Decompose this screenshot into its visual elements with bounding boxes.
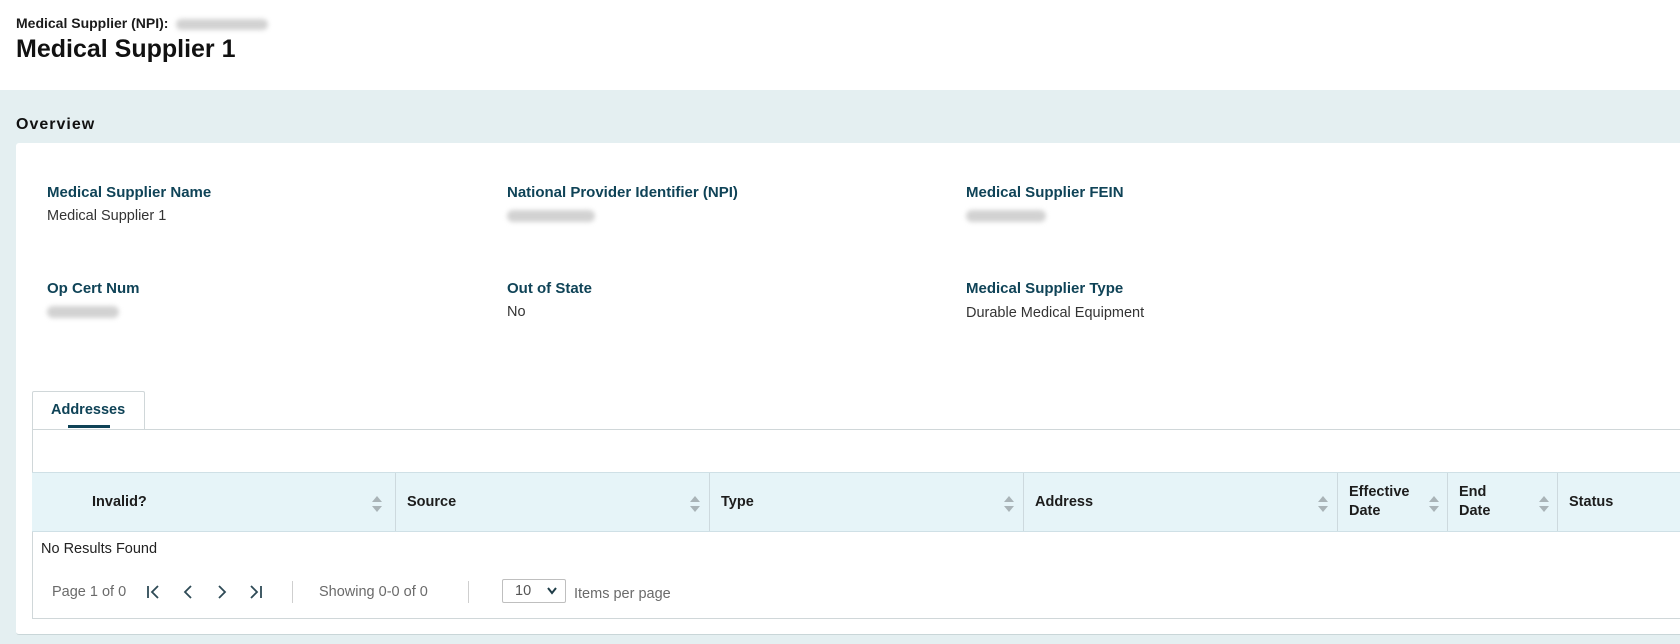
field-label-npi: National Provider Identifier (NPI)	[507, 184, 738, 201]
next-page-icon[interactable]	[213, 582, 231, 602]
column-label-address: Address	[1035, 494, 1094, 510]
sort-icon	[690, 496, 700, 512]
field-label-fein: Medical Supplier FEIN	[966, 184, 1124, 201]
no-results-message: No Results Found	[41, 541, 158, 557]
column-label-effective-date: Effective Date	[1349, 484, 1410, 519]
sort-icon	[1004, 496, 1014, 512]
page-header: Medical Supplier (NPI): Medical Supplier…	[0, 0, 1680, 90]
npi-redacted-value	[176, 18, 269, 30]
column-header-source[interactable]: Source	[396, 473, 710, 531]
page-size-select[interactable]: 10	[502, 579, 566, 603]
column-label-source: Source	[407, 494, 457, 510]
sort-icon	[1539, 496, 1549, 512]
previous-page-icon[interactable]	[179, 582, 197, 602]
fein-redacted	[966, 210, 1046, 223]
column-header-type[interactable]: Type	[710, 473, 1024, 531]
field-value-fein	[966, 208, 1046, 224]
column-header-status[interactable]: Status	[1558, 473, 1680, 531]
column-header-invalid[interactable]: Invalid?	[32, 473, 396, 531]
field-value-op-cert	[47, 304, 119, 320]
tab-addresses-label: Addresses	[51, 402, 126, 418]
field-label-op-cert: Op Cert Num	[47, 280, 140, 297]
column-header-effective-date[interactable]: Effective Date	[1338, 473, 1448, 531]
first-page-icon[interactable]	[145, 582, 163, 602]
sort-icon	[1318, 496, 1328, 512]
addresses-table-header: Invalid? Source Type Address Effective D…	[32, 472, 1680, 532]
field-value-supplier-type: Durable Medical Equipment	[966, 305, 1145, 321]
field-label-supplier-type: Medical Supplier Type	[966, 280, 1124, 297]
pager-divider	[292, 581, 293, 603]
column-label-type: Type	[721, 494, 754, 510]
last-page-icon[interactable]	[246, 582, 264, 602]
column-label-end-date: End Date	[1459, 484, 1491, 519]
active-tab-indicator	[68, 425, 110, 428]
page-indicator: Page 1 of 0	[52, 584, 127, 600]
sort-icon	[372, 496, 382, 512]
field-value-supplier-name: Medical Supplier 1	[47, 208, 167, 224]
pager-divider	[468, 581, 469, 603]
column-header-address[interactable]: Address	[1024, 473, 1338, 531]
overview-heading: Overview	[16, 116, 96, 133]
field-label-supplier-name: Medical Supplier Name	[47, 184, 212, 201]
field-value-out-of-state: No	[507, 304, 526, 320]
page-size-value: 10	[515, 583, 532, 599]
showing-range: Showing 0-0 of 0	[319, 584, 428, 600]
column-label-status: Status	[1569, 494, 1614, 510]
field-label-out-of-state: Out of State	[507, 280, 592, 297]
items-per-page-label: Items per page	[574, 586, 671, 602]
field-value-npi	[507, 208, 595, 224]
column-header-end-date[interactable]: End Date	[1448, 473, 1558, 531]
npi-label: Medical Supplier (NPI):	[16, 15, 169, 31]
tab-addresses[interactable]: Addresses	[32, 391, 145, 429]
page-title: Medical Supplier 1	[16, 35, 236, 63]
npi-redacted	[507, 210, 595, 223]
column-label-invalid: Invalid?	[92, 494, 147, 510]
sort-icon	[1429, 496, 1439, 512]
npi-line: Medical Supplier (NPI):	[16, 15, 269, 31]
op-cert-redacted	[47, 306, 119, 319]
chevron-down-icon	[547, 587, 557, 595]
